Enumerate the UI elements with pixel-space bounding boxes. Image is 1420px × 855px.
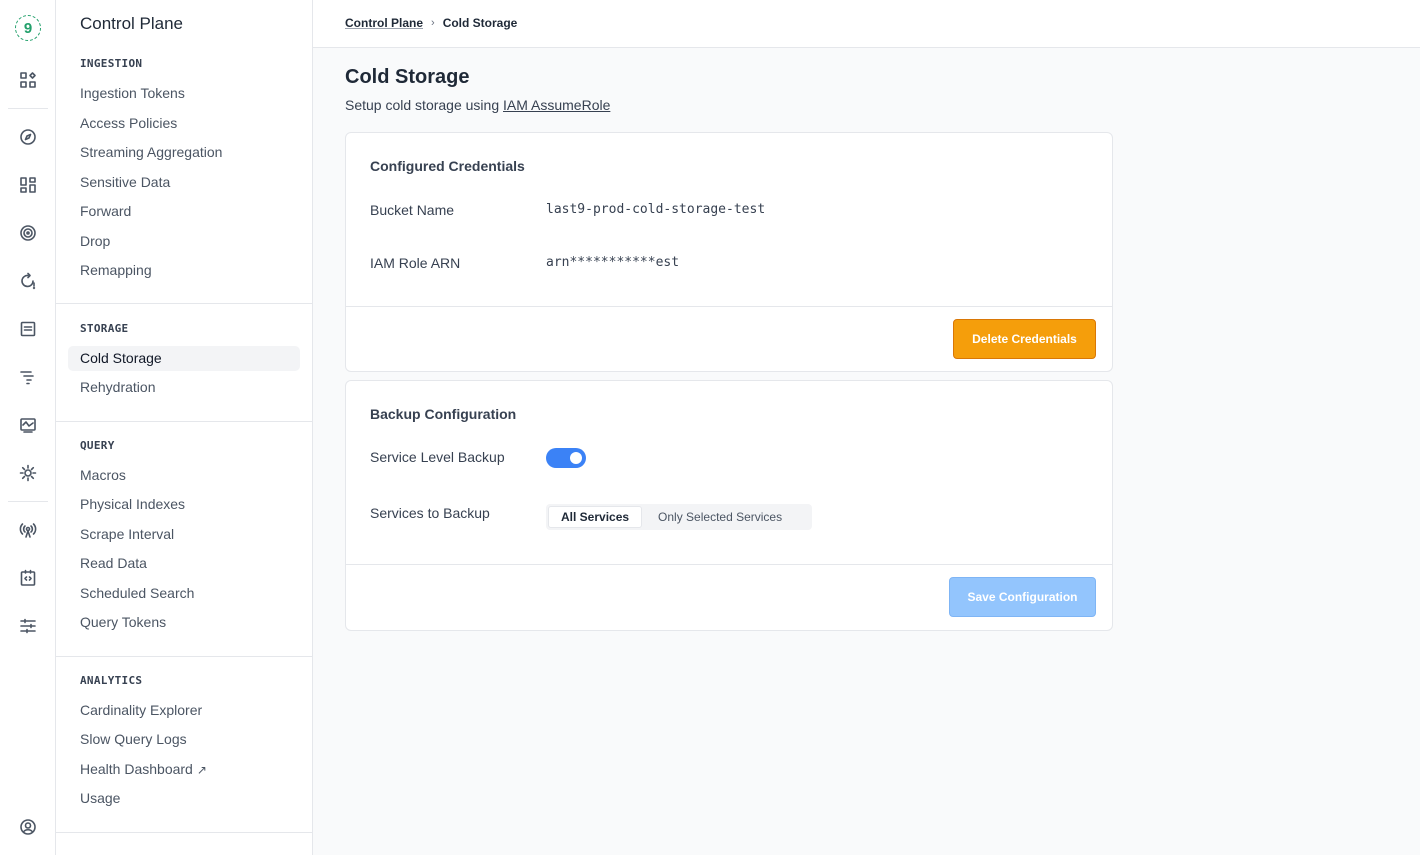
page-title: Cold Storage — [345, 66, 470, 88]
logo-icon[interactable]: 9 — [15, 15, 41, 41]
credentials-card: Configured Credentials Bucket Name last9… — [345, 132, 1113, 372]
service-level-backup-label: Service Level Backup — [370, 449, 505, 465]
target-icon[interactable] — [17, 222, 39, 244]
sliders-icon[interactable] — [17, 615, 39, 637]
breadcrumb-current: Cold Storage — [442, 16, 518, 30]
code-box-icon[interactable] — [17, 567, 39, 589]
sidebar-item-sensitive-data[interactable]: Sensitive Data — [68, 170, 300, 195]
sidebar-item-physical-indexes[interactable]: Physical Indexes — [68, 492, 300, 517]
sidebar-item-label: Health Dashboard — [80, 761, 193, 777]
sidebar-item-remapping[interactable]: Remapping — [68, 258, 300, 283]
delete-credentials-button[interactable]: Delete Credentials — [953, 319, 1096, 359]
group-label-storage: STORAGE — [80, 322, 129, 335]
services-to-backup-label: Services to Backup — [370, 505, 490, 521]
group-label-ingestion: INGESTION — [80, 57, 143, 70]
bucket-name-value: last9-prod-cold-storage-test — [546, 202, 766, 217]
settings-gear-icon[interactable] — [17, 462, 39, 484]
sidebar-title: Control Plane — [80, 14, 184, 33]
sidebar-item-rehydration[interactable]: Rehydration — [68, 375, 300, 400]
credentials-title: Configured Credentials — [370, 158, 525, 174]
sidebar-item-cardinality-explorer[interactable]: Cardinality Explorer — [68, 698, 300, 723]
save-configuration-button[interactable]: Save Configuration — [949, 577, 1096, 617]
refresh-alert-icon[interactable] — [17, 270, 39, 292]
group-label-analytics: ANALYTICS — [80, 674, 143, 687]
page-subtitle: Setup cold storage using IAM AssumeRole — [345, 97, 610, 113]
iam-assumerole-link[interactable]: IAM AssumeRole — [503, 97, 610, 113]
sidebar-item-scrape-interval[interactable]: Scrape Interval — [68, 522, 300, 547]
sidebar-item-scheduled-search[interactable]: Scheduled Search — [68, 581, 300, 606]
icon-rail: 9 — [0, 0, 56, 855]
sidebar-divider — [56, 421, 312, 422]
sidebar-item-ingestion-tokens[interactable]: Ingestion Tokens — [68, 81, 300, 106]
sidebar-divider — [56, 303, 312, 304]
compass-icon[interactable] — [17, 126, 39, 148]
iam-role-arn-value: arn***********est — [546, 255, 680, 270]
rail-divider — [8, 501, 48, 502]
external-link-icon: ↗ — [196, 763, 207, 777]
sidebar-item-read-data[interactable]: Read Data — [68, 551, 300, 576]
sidebar-item-health-dashboard[interactable]: Health Dashboard ↗ — [68, 757, 300, 782]
sidebar-item-drop[interactable]: Drop — [68, 229, 300, 254]
sidebar-item-forward[interactable]: Forward — [68, 199, 300, 224]
backup-config-title: Backup Configuration — [370, 406, 517, 422]
monitor-chart-icon[interactable] — [17, 414, 39, 436]
broadcast-icon[interactable] — [17, 519, 39, 541]
chevron-right-icon: › — [431, 17, 435, 29]
sidebar-item-access-policies[interactable]: Access Policies — [68, 111, 300, 136]
toggle-knob — [570, 452, 582, 464]
sidebar: Control Plane INGESTION Ingestion Tokens… — [56, 0, 313, 855]
card-divider — [346, 306, 1112, 307]
sidebar-item-cold-storage[interactable]: Cold Storage — [68, 346, 300, 371]
only-selected-services-option[interactable]: Only Selected Services — [646, 506, 794, 528]
document-icon[interactable] — [17, 318, 39, 340]
sidebar-item-usage[interactable]: Usage — [68, 786, 300, 811]
top-bar: Control Plane › Cold Storage — [313, 0, 1420, 48]
page-subtitle-text: Setup cold storage using — [345, 97, 503, 113]
widgets-icon[interactable] — [17, 174, 39, 196]
sidebar-item-macros[interactable]: Macros — [68, 463, 300, 488]
list-indent-icon[interactable] — [17, 366, 39, 388]
services-segmented-control: All Services Only Selected Services — [546, 504, 812, 530]
group-label-query: QUERY — [80, 439, 115, 452]
sidebar-divider — [56, 832, 312, 833]
bucket-name-label: Bucket Name — [370, 202, 455, 218]
user-circle-icon[interactable] — [17, 816, 39, 838]
sidebar-item-streaming-aggregation[interactable]: Streaming Aggregation — [68, 140, 300, 165]
sidebar-item-query-tokens[interactable]: Query Tokens — [68, 610, 300, 635]
rail-divider — [8, 108, 48, 109]
dashboard-grid-icon[interactable] — [17, 69, 39, 91]
iam-role-arn-label: IAM Role ARN — [370, 255, 461, 271]
backup-config-card: Backup Configuration Service Level Backu… — [345, 380, 1113, 631]
sidebar-divider — [56, 656, 312, 657]
service-level-backup-toggle[interactable] — [546, 448, 586, 468]
all-services-option[interactable]: All Services — [548, 506, 643, 528]
logo-text: 9 — [23, 19, 33, 37]
sidebar-item-slow-query-logs[interactable]: Slow Query Logs — [68, 727, 300, 752]
card-divider — [346, 564, 1112, 565]
breadcrumb: Control Plane › Cold Storage — [345, 16, 517, 30]
breadcrumb-parent-link[interactable]: Control Plane — [345, 16, 423, 30]
